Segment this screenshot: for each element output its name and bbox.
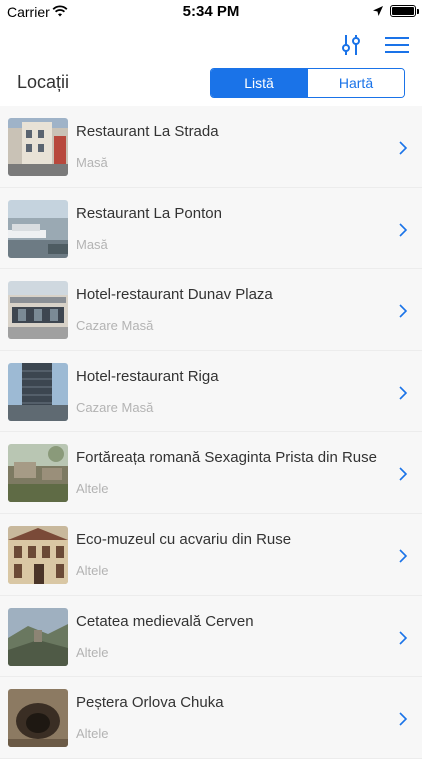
locations-list: Restaurant La Strada Masă Restaurant La … [0,106,422,759]
filter-sliders-icon[interactable] [338,32,364,58]
list-item[interactable]: Restaurant La Ponton Masă [0,187,422,270]
roman-fortress-ruins-thumbnail [8,444,68,503]
hamburger-menu-icon[interactable] [384,34,410,56]
list-item[interactable]: Restaurant La Strada Masă [0,106,422,188]
cave-entrance-thumbnail [8,689,68,748]
list-item[interactable]: Peștera Orlova Chuka Altele [0,677,422,759]
battery-icon [390,5,416,17]
chevron-right-icon [399,549,408,563]
clock: 5:34 PM [182,3,240,20]
item-category: Altele [76,562,109,578]
segment-list[interactable]: Listă [211,69,307,97]
hotel-building-thumbnail [8,281,68,340]
item-title: Hotel-restaurant Dunav Plaza [76,286,273,304]
item-title: Fortăreața romană Sexaginta Prista din R… [76,449,377,467]
restaurant-building-thumbnail [8,118,68,176]
item-title: Cetatea medievală Cerven [76,612,254,630]
chevron-right-icon [399,712,408,726]
chevron-right-icon [399,467,408,481]
medieval-fortress-landscape-thumbnail [8,607,68,666]
item-category: Cazare Masă [76,318,154,334]
list-item[interactable]: Hotel-restaurant Dunav Plaza Cazare Masă [0,269,422,351]
location-arrow-icon [373,6,383,16]
status-bar: Carrier 5:34 PM [0,0,422,24]
item-title: Restaurant La Ponton [76,204,222,222]
item-category: Masă [76,236,108,252]
item-title: Eco-muzeul cu acvariu din Ruse [76,530,292,548]
chevron-right-icon [399,223,408,237]
page-title: Locații [17,72,70,92]
list-item[interactable]: Cetatea medievală Cerven Altele [0,595,422,678]
view-segmented-control: Listă Hartă [210,68,405,98]
segment-map[interactable]: Hartă [307,69,404,97]
museum-facade-thumbnail [8,525,68,584]
list-item[interactable]: Fortăreața romană Sexaginta Prista din R… [0,432,422,514]
navigation-bar: Locații Listă Hartă [0,24,422,106]
item-category: Altele [76,481,109,497]
battery-tip [417,9,419,14]
item-category: Masă [76,155,108,170]
chevron-right-icon [399,630,408,645]
list-item[interactable]: Eco-muzeul cu acvariu din Ruse Altele [0,513,422,596]
item-title: Peștera Orlova Chuka [76,694,224,712]
tower-hotel-thumbnail [8,362,68,421]
item-category: Altele [76,726,109,742]
item-category: Altele [76,644,109,660]
list-item[interactable]: Hotel-restaurant Riga Cazare Masă [0,350,422,433]
item-title: Restaurant La Strada [76,123,219,140]
river-pontoon-thumbnail [8,199,68,258]
item-category: Cazare Masă [76,399,154,415]
chevron-right-icon [399,386,408,400]
chevron-right-icon [399,141,408,155]
chevron-right-icon [399,304,408,318]
item-title: Hotel-restaurant Riga [76,367,219,385]
